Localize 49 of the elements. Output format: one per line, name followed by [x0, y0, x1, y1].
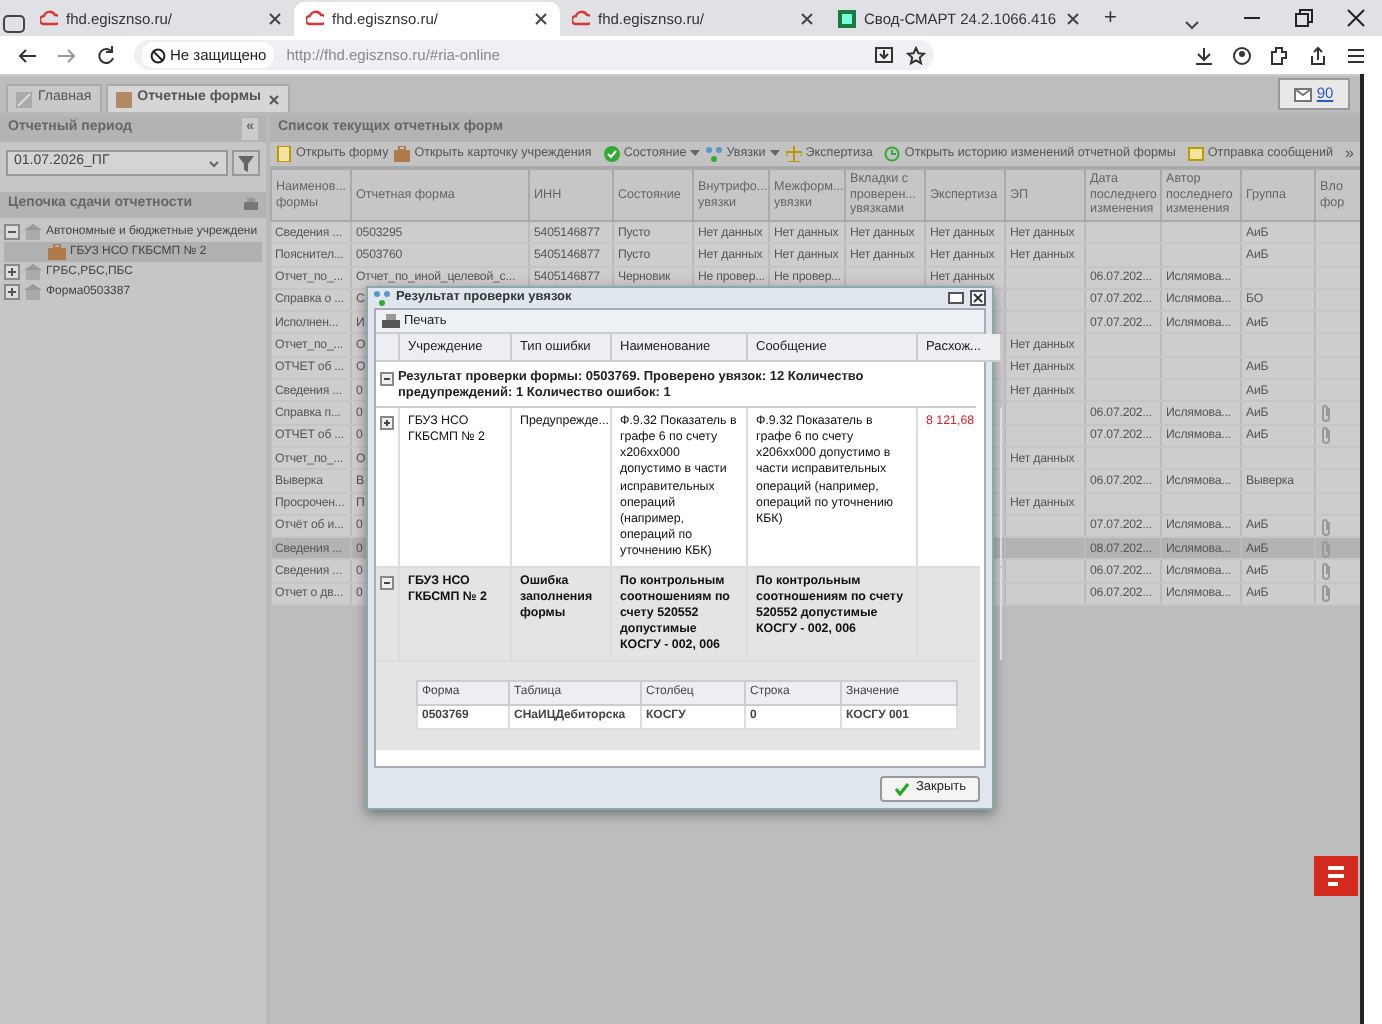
check-icon [603, 146, 620, 162]
download-icon[interactable] [1194, 45, 1214, 65]
check-icon [893, 781, 910, 795]
restore-icon[interactable] [1294, 8, 1314, 28]
cloud-icon [306, 10, 324, 28]
briefcase-icon [48, 244, 66, 260]
close-icon[interactable] [970, 290, 986, 306]
filter-icon [238, 155, 254, 171]
building-icon [24, 224, 42, 240]
briefcase-icon [394, 146, 411, 162]
building-icon [24, 284, 42, 300]
printer-icon [382, 313, 400, 329]
install-icon[interactable] [874, 46, 894, 64]
share-icon[interactable] [1308, 45, 1328, 65]
extensions-icon[interactable] [1270, 45, 1290, 65]
back-icon[interactable] [16, 45, 38, 65]
app-icon[interactable] [1314, 856, 1358, 896]
tab-list-icon[interactable] [0, 12, 28, 36]
close-icon[interactable] [534, 12, 548, 26]
cloud-icon [40, 10, 58, 28]
expand-icon[interactable] [380, 416, 394, 431]
close-icon[interactable] [1066, 12, 1080, 26]
close-icon[interactable] [800, 12, 814, 26]
filter-button[interactable] [232, 150, 260, 176]
star-icon[interactable] [906, 45, 926, 65]
not-secure-icon [150, 47, 166, 63]
links-icon [374, 290, 390, 306]
building-icon [24, 264, 42, 280]
maximize-icon[interactable] [948, 290, 964, 306]
links-icon [706, 146, 723, 162]
expand-icon[interactable] [4, 284, 20, 300]
collapse-icon[interactable] [380, 575, 394, 590]
scales-icon [785, 146, 802, 162]
forward-icon[interactable] [56, 45, 78, 65]
collapse-icon[interactable] [4, 224, 20, 240]
menu-icon[interactable] [1346, 45, 1366, 65]
app-icon [838, 10, 856, 28]
account-icon[interactable] [1232, 45, 1252, 65]
chevron-down-icon [208, 157, 220, 169]
close-icon[interactable] [268, 12, 282, 26]
reload-icon[interactable] [96, 45, 116, 65]
expand-icon[interactable] [4, 264, 20, 280]
more-button[interactable]: » [1345, 142, 1354, 166]
collapse-icon[interactable] [380, 372, 394, 386]
new-tab-button[interactable]: + [1092, 2, 1129, 36]
history-icon [884, 146, 901, 162]
document-icon [276, 146, 292, 162]
cloud-icon [572, 10, 590, 28]
close-icon[interactable] [1346, 8, 1366, 28]
